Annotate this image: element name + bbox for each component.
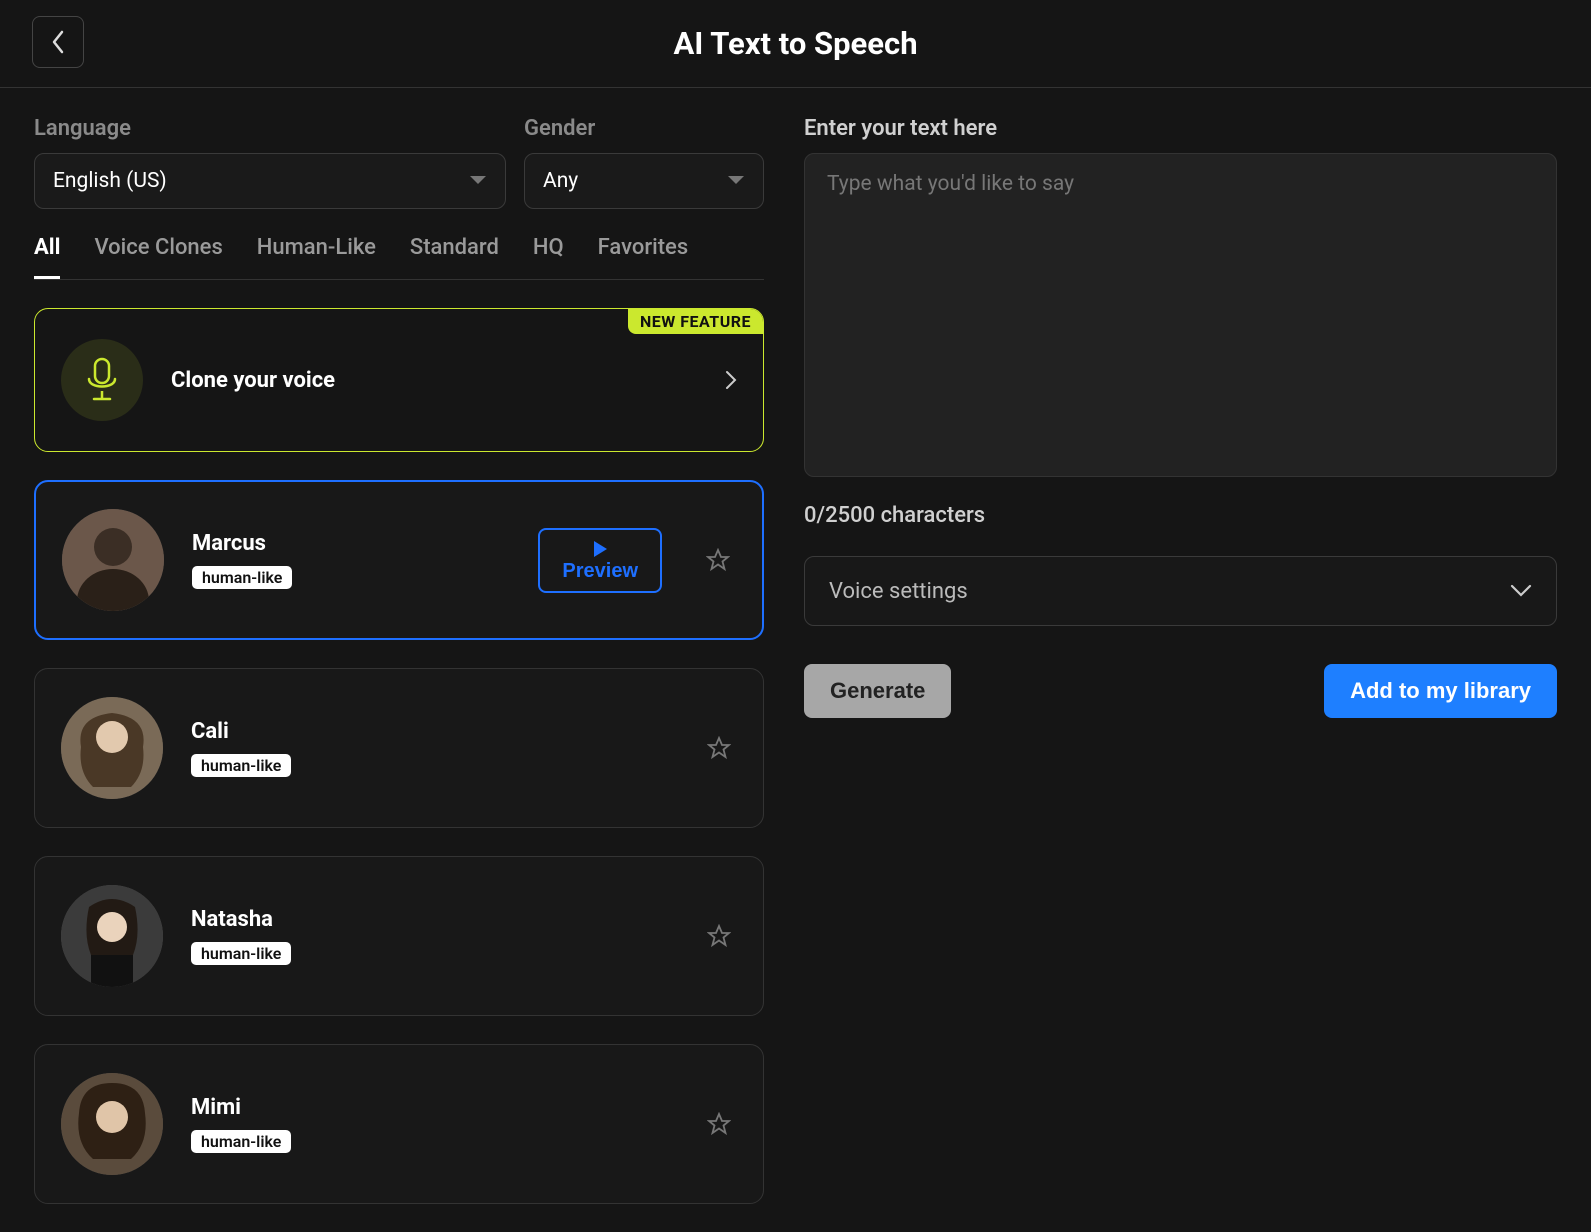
avatar	[62, 509, 164, 611]
avatar	[61, 885, 163, 987]
chevron-right-icon	[725, 370, 737, 390]
generate-button[interactable]: Generate	[804, 664, 951, 718]
chevron-down-icon	[727, 175, 745, 187]
char-count: 0/2500 characters	[804, 503, 1557, 528]
text-input[interactable]	[804, 153, 1557, 477]
microphone-icon	[61, 339, 143, 421]
chevron-down-icon	[469, 175, 487, 187]
avatar	[61, 697, 163, 799]
voice-name: Cali	[191, 719, 663, 744]
back-button[interactable]	[32, 16, 84, 68]
play-icon	[591, 540, 609, 558]
voice-card-cali[interactable]: Cali human-like	[34, 668, 764, 828]
gender-value: Any	[543, 169, 578, 193]
clone-voice-title: Clone your voice	[171, 368, 697, 393]
add-to-library-button[interactable]: Add to my library	[1324, 664, 1557, 718]
language-label: Language	[34, 116, 506, 141]
favorite-button[interactable]	[701, 918, 737, 954]
language-value: English (US)	[53, 169, 167, 193]
voice-card-marcus[interactable]: Marcus human-like Preview	[34, 480, 764, 640]
star-icon	[707, 1112, 731, 1136]
language-select[interactable]: English (US)	[34, 153, 506, 209]
voice-tag: human-like	[192, 566, 292, 589]
favorite-button[interactable]	[701, 730, 737, 766]
new-feature-badge: NEW FEATURE	[628, 309, 763, 334]
tab-human-like[interactable]: Human-Like	[257, 235, 376, 279]
tab-favorites[interactable]: Favorites	[598, 235, 689, 279]
voice-settings-label: Voice settings	[829, 579, 968, 604]
voice-name: Natasha	[191, 907, 663, 932]
voice-tag: human-like	[191, 942, 291, 965]
voice-card-natasha[interactable]: Natasha human-like	[34, 856, 764, 1016]
voice-tag: human-like	[191, 754, 291, 777]
star-icon	[707, 924, 731, 948]
clone-voice-card[interactable]: NEW FEATURE Clone your voice	[34, 308, 764, 452]
chevron-down-icon	[1510, 584, 1532, 598]
voice-card-mimi[interactable]: Mimi human-like	[34, 1044, 764, 1204]
preview-button[interactable]: Preview	[538, 528, 662, 593]
star-icon	[707, 736, 731, 760]
tab-all[interactable]: All	[34, 235, 60, 279]
gender-select[interactable]: Any	[524, 153, 764, 209]
gender-label: Gender	[524, 116, 764, 141]
right-column: Enter your text here 0/2500 characters V…	[804, 116, 1557, 1232]
voice-tag: human-like	[191, 1130, 291, 1153]
voice-name: Marcus	[192, 531, 510, 556]
voice-tabs: All Voice Clones Human-Like Standard HQ …	[34, 235, 764, 280]
avatar	[61, 1073, 163, 1175]
star-icon	[706, 548, 730, 572]
tab-hq[interactable]: HQ	[533, 235, 564, 279]
favorite-button[interactable]	[700, 542, 736, 578]
page-title: AI Text to Speech	[673, 25, 917, 62]
preview-label: Preview	[562, 560, 638, 583]
chevron-left-icon	[50, 29, 66, 55]
favorite-button[interactable]	[701, 1106, 737, 1142]
voice-name: Mimi	[191, 1095, 663, 1120]
tab-voice-clones[interactable]: Voice Clones	[94, 235, 222, 279]
voice-list: NEW FEATURE Clone your voice	[34, 308, 764, 1204]
text-input-label: Enter your text here	[804, 116, 1557, 141]
voice-settings-accordion[interactable]: Voice settings	[804, 556, 1557, 626]
header: AI Text to Speech	[0, 0, 1591, 88]
tab-standard[interactable]: Standard	[410, 235, 499, 279]
left-column: Language English (US) Gender Any	[34, 116, 764, 1232]
